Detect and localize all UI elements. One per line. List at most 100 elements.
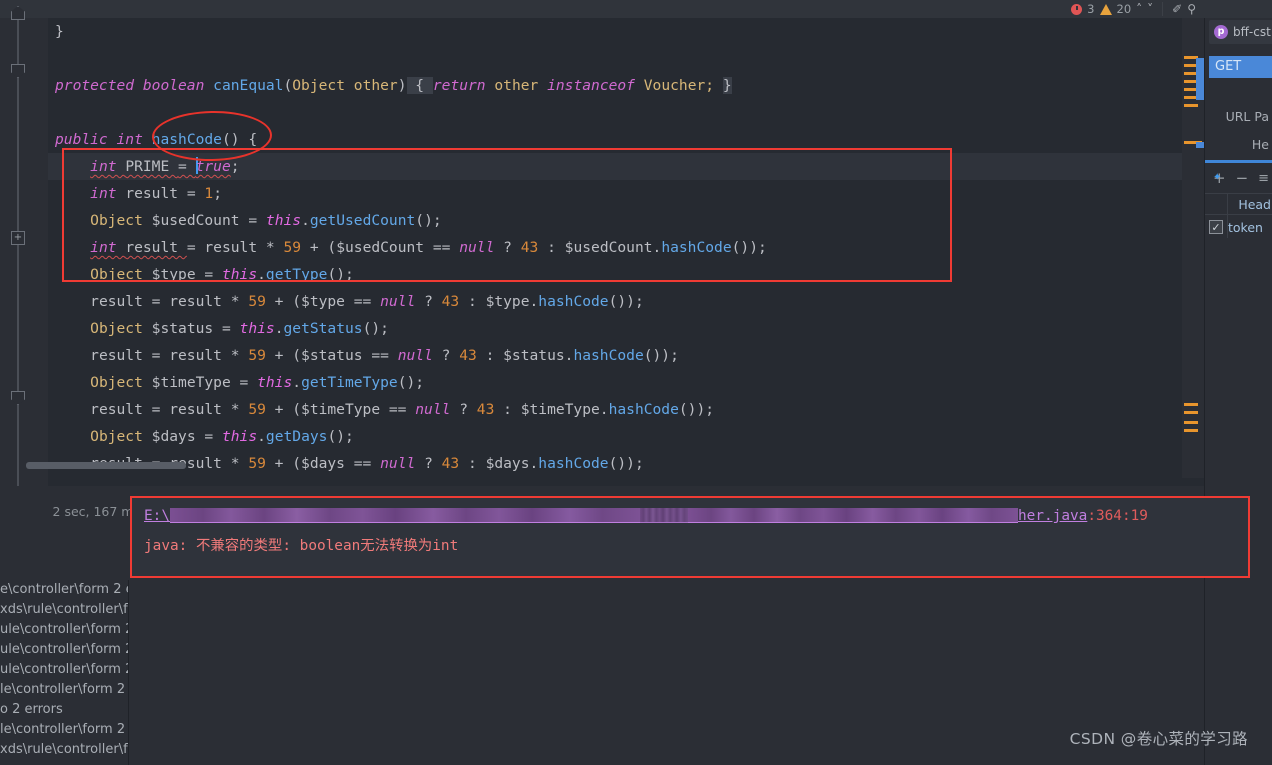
hamburger-menu-icon[interactable]: ≡ [1258,171,1269,186]
code-line[interactable]: Object $usedCount = this.getUsedCount(); [48,207,1182,234]
fold-collapse-icon[interactable] [11,64,25,78]
code-token: Object [90,212,152,229]
build-file-item[interactable]: le\controller\form 2 e [0,680,128,700]
code-line[interactable]: Object $timeType = this.getTimeType(); [48,369,1182,396]
header-row-token[interactable]: ✓ token [1205,216,1272,238]
warning-triangle-icon[interactable] [1099,3,1112,15]
chevron-down-icon[interactable]: ˅ [1147,3,1153,15]
code-token: getUsedCount [309,212,416,229]
build-file-item[interactable]: o 2 errors [0,700,128,720]
code-line[interactable]: Object $status = this.getStatus(); [48,315,1182,342]
build-duration: 2 sec, 167 ms [52,504,140,519]
editor-horizontal-scrollbar[interactable] [26,462,1182,470]
code-token: other [353,77,398,94]
code-token: hashCode [538,293,609,310]
code-token: hashCode [608,401,679,418]
code-token: Voucher; [643,77,723,94]
code-token: Object [292,77,354,94]
fold-expand-icon[interactable]: + [11,231,25,245]
code-token: (); [327,266,354,283]
error-stripe-gutter[interactable] [1182,18,1204,478]
build-file-item[interactable]: ule\controller\form 2 e [0,620,128,640]
code-token: this [265,212,302,229]
scrollbar-thumb[interactable] [1196,58,1204,100]
code-token: = [178,158,196,175]
code-line[interactable]: int result = result * 59 + ($usedCount =… [48,234,1182,261]
code-token: + ($status == [265,347,398,364]
error-circle-icon[interactable] [1071,3,1083,15]
code-token: + ($type == [265,293,381,310]
build-file-item[interactable]: ule\controller\form 2 · [0,640,128,660]
build-file-item[interactable]: ule\controller\form 2 e [0,660,128,680]
code-line[interactable]: protected boolean canEqual(Object other)… [48,72,1182,99]
error-file-name[interactable]: her.java [1018,508,1087,524]
warning-marker[interactable] [1184,421,1198,424]
code-line[interactable]: int result = 1; [48,180,1182,207]
code-line[interactable]: result = result * 59 + ($status == null … [48,342,1182,369]
code-token: ? [415,293,442,310]
warning-marker[interactable] [1184,429,1198,432]
code-token: this [239,320,275,337]
code-line[interactable]: Object $days = this.getDays(); [48,423,1182,450]
build-file-item[interactable]: xds\rule\controller\fo [0,740,128,760]
code-token: : $timeType. [494,401,609,418]
code-token: ? [494,239,521,256]
code-token: Object [90,320,152,337]
code-token: (); [327,428,354,445]
remove-header-button[interactable]: − [1236,169,1249,187]
code-line[interactable]: result = result * 59 + ($timeType == nul… [48,396,1182,423]
code-editor[interactable]: } protected boolean canEqual(Object othe… [48,18,1182,478]
build-file-item[interactable]: xds\rule\controller\for [0,600,128,620]
build-file-tree[interactable]: e\controller\form 2 er xds\rule\controlle… [0,580,129,765]
code-token: (); [362,320,389,337]
code-token: int [90,185,126,202]
error-file-link[interactable]: E:\ her.java:364:19 [144,508,1148,524]
chevron-up-icon[interactable]: ˄ [1136,3,1142,15]
code-token: ) [397,77,407,94]
header-enabled-checkbox[interactable]: ✓ [1209,220,1223,234]
fold-collapse-icon[interactable] [11,391,25,405]
wrench-icon[interactable]: ✐ [1172,3,1182,15]
code-token: instanceof [547,77,644,94]
code-token: result = result * [90,401,249,418]
http-client-panel[interactable]: p bff-cst GET URL Pa He + − ≡ ✦ Head ✓ t… [1204,18,1272,765]
redacted-path-segment [170,508,640,523]
warning-marker[interactable] [1184,411,1198,414]
code-line[interactable]: result = result * 59 + ($type == null ? … [48,288,1182,315]
warning-marker[interactable] [1184,403,1198,406]
code-line[interactable]: } [48,18,1182,45]
editor-gutter[interactable]: + [0,6,48,488]
code-token: 1 [204,185,214,202]
code-token: $timeType = [151,374,258,391]
code-token: boolean [142,77,214,94]
headers-toolbar[interactable]: + − ≡ ✦ [1205,166,1272,190]
scrollbar-thumb[interactable] [26,462,186,469]
search-icon[interactable]: ⚲ [1187,3,1196,15]
code-token: : $usedCount. [538,239,662,256]
code-token: : $type. [459,293,539,310]
build-file-item[interactable]: le\controller\form 2 e [0,720,128,740]
fold-guide-line [17,18,19,178]
caret-position-marker[interactable] [1196,142,1204,148]
code-token: . [301,212,310,229]
generate-icon[interactable]: ✦ [1213,172,1221,183]
error-line-column: :364:19 [1087,508,1148,524]
warning-marker[interactable] [1184,104,1198,107]
code-line[interactable] [48,45,1182,72]
code-token: getTimeType [301,374,398,391]
code-area[interactable]: } protected boolean canEqual(Object othe… [48,18,1182,477]
request-tab-bff-cst[interactable]: p bff-cst [1209,20,1272,44]
code-token: this [221,428,258,445]
error-message-text: java: 不兼容的类型: boolean无法转换为int [144,538,459,554]
request-tab-label: bff-cst [1233,25,1271,39]
error-path-prefix: E:\ [144,508,170,524]
code-token: + ($usedCount == [301,239,460,256]
code-token: hashCode [573,347,644,364]
code-token: . [274,320,284,337]
code-token: 59 [248,347,266,364]
build-file-item[interactable]: e\controller\form 2 er [0,580,128,600]
code-token: canEqual [213,77,284,94]
code-token: result = [125,185,205,202]
code-line[interactable]: Object $type = this.getType(); [48,261,1182,288]
http-method-select[interactable]: GET [1209,56,1272,78]
